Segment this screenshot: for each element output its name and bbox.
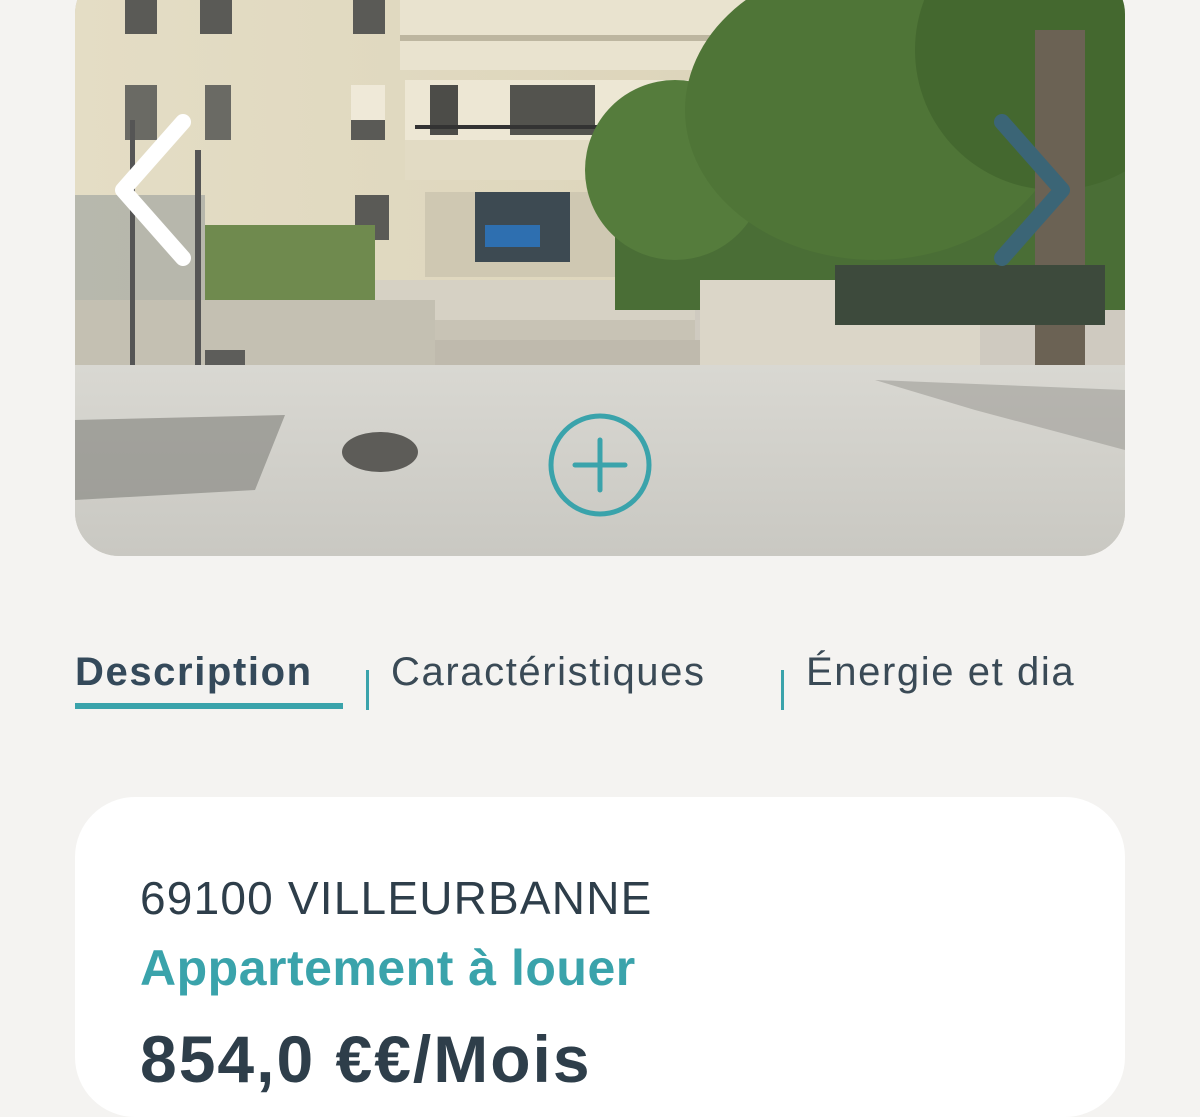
tab-divider: [366, 670, 369, 710]
plus-circle-icon: [548, 413, 652, 517]
active-tab-indicator: [75, 703, 343, 709]
chevron-right-icon: [994, 114, 1070, 266]
zoom-photo-button[interactable]: [547, 412, 653, 518]
tab-caracteristiques[interactable]: Caractéristiques: [391, 648, 706, 696]
chevron-left-icon: [115, 114, 191, 266]
tab-energie[interactable]: Énergie et dia: [806, 648, 1075, 696]
listing-summary-card: 69100 VILLEURBANNE Appartement à louer 8…: [75, 797, 1125, 1117]
tab-description[interactable]: Description: [75, 648, 313, 696]
listing-tabs: Description Caractéristiques Énergie et …: [75, 640, 1125, 720]
listing-price: 854,0 €€/Mois: [140, 1022, 592, 1096]
tab-divider: [781, 670, 784, 710]
next-photo-button[interactable]: [980, 110, 1080, 270]
photo-gallery[interactable]: [75, 0, 1125, 556]
previous-photo-button[interactable]: [105, 110, 205, 270]
listing-type: Appartement à louer: [140, 940, 636, 996]
listing-location: 69100 VILLEURBANNE: [140, 872, 653, 924]
